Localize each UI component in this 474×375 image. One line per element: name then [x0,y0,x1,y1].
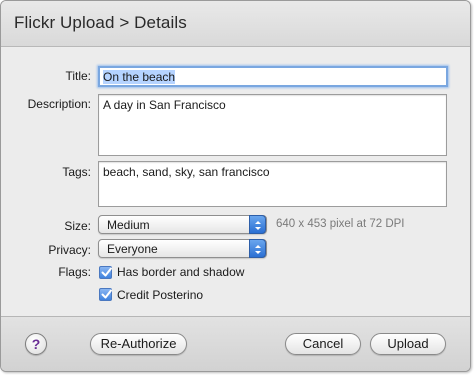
popup-arrows-icon [249,215,266,234]
dialog-footer: ? Re-Authorize Cancel Upload [1,316,470,371]
tags-textarea[interactable]: beach, sand, sky, san francisco [98,161,447,207]
title-label: Title: [65,69,91,83]
upload-button[interactable]: Upload [370,333,446,355]
checkmark-icon [101,289,112,299]
credit-posterino-checkbox[interactable] [99,288,112,301]
privacy-label: Privacy: [48,243,91,257]
size-hint: 640 x 453 pixel at 72 DPI [276,218,405,230]
border-shadow-label[interactable]: Has border and shadow [117,265,244,279]
help-icon: ? [31,336,41,352]
details-form: Title: On the beach Description: A day i… [1,48,470,316]
popup-arrows-icon [249,239,266,258]
reauthorize-button[interactable]: Re-Authorize [90,333,187,355]
cancel-button[interactable]: Cancel [285,333,361,355]
privacy-popup-value: Everyone [107,242,158,256]
description-label: Description: [27,97,91,111]
tags-value: beach, sand, sky, san francisco [103,165,270,179]
title-input-value: On the beach [103,70,176,84]
description-textarea[interactable]: A day in San Francisco [98,94,447,156]
title-input[interactable]: On the beach [98,66,448,87]
tags-label: Tags: [62,165,91,179]
help-button[interactable]: ? [25,333,47,355]
border-shadow-checkbox[interactable] [99,266,112,279]
dialog-header: Flickr Upload > Details [1,1,470,47]
flags-label: Flags: [58,265,91,279]
credit-posterino-label[interactable]: Credit Posterino [117,288,203,302]
flickr-upload-dialog: Flickr Upload > Details Title: On the be… [0,0,471,372]
description-value: A day in San Francisco [103,98,226,112]
size-popup-value: Medium [107,218,150,232]
size-label: Size: [64,219,91,233]
dialog-title: Flickr Upload > Details [14,13,187,32]
checkmark-icon [101,267,112,277]
privacy-popup[interactable]: Everyone [98,239,267,258]
size-popup[interactable]: Medium [98,215,267,234]
